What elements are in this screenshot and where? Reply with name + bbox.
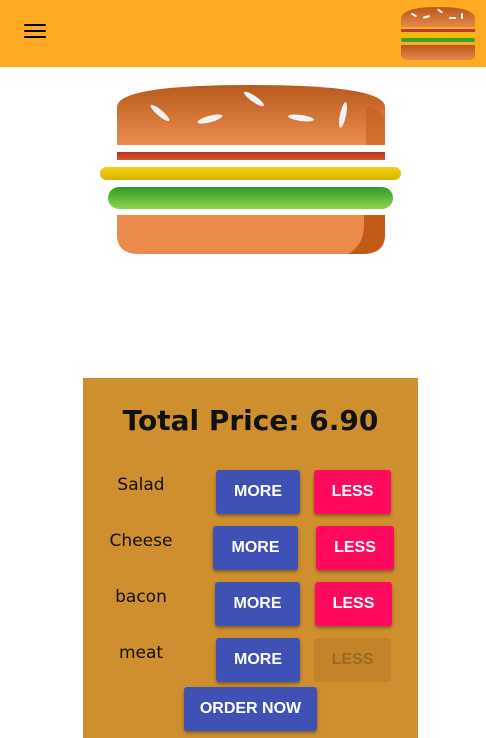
meat-more-button[interactable]: MORE: [216, 638, 300, 682]
salad-more-button[interactable]: MORE: [216, 470, 300, 514]
burger-illustration: [100, 85, 401, 254]
cheese-less-button[interactable]: LESS: [316, 526, 394, 570]
bacon-layer: [117, 152, 385, 160]
toolbar: [0, 0, 486, 67]
bacon-less-button[interactable]: LESS: [315, 582, 392, 626]
order-now-button[interactable]: ORDER NOW: [184, 687, 317, 731]
cheese-more-button[interactable]: MORE: [213, 526, 298, 570]
bacon-more-button[interactable]: MORE: [215, 582, 300, 626]
salad-layer: [108, 187, 393, 209]
salad-less-button[interactable]: LESS: [314, 470, 391, 514]
bottom-bun-layer: [117, 215, 385, 254]
burger-logo-icon[interactable]: [397, 5, 479, 62]
total-price: Total Price: 6.90: [122, 404, 379, 437]
cheese-layer: [100, 167, 401, 180]
ingredient-label-meat: meat: [118, 643, 164, 663]
ingredient-label-salad: Salad: [117, 475, 165, 495]
ingredient-label-bacon: bacon: [115, 587, 167, 607]
ingredient-label-cheese: Cheese: [109, 531, 173, 551]
burger-preview: [0, 67, 486, 307]
build-controls: Total Price: 6.90 Salad MORE LESS Cheese…: [83, 378, 418, 738]
seeds-bun-layer: [117, 85, 385, 145]
hamburger-menu-icon[interactable]: [24, 23, 47, 40]
meat-less-button[interactable]: LESS: [314, 638, 391, 682]
